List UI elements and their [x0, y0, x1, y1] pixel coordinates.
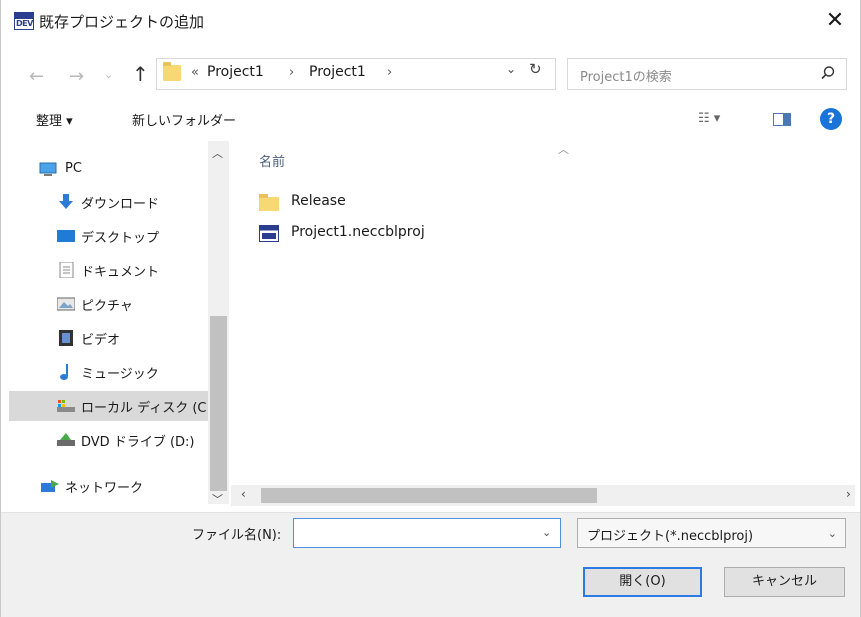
- title-bar: DEV 既存プロジェクトの追加 ✕: [1, 0, 860, 44]
- network-icon: [41, 480, 59, 492]
- recent-locations-icon[interactable]: ⌄: [104, 68, 113, 81]
- breadcrumb-separator[interactable]: ›: [289, 65, 294, 80]
- file-type-select[interactable]: プロジェクト(*.neccblproj) ⌄: [577, 518, 846, 548]
- organize-menu-button[interactable]: 整理 ▾: [36, 110, 73, 129]
- sort-ascending-icon: ︿: [558, 143, 569, 156]
- file-name: Release: [291, 193, 346, 209]
- filename-label: ファイル名(N):: [192, 528, 282, 543]
- scrollbar-thumb[interactable]: [261, 488, 597, 503]
- dvd-drive-icon: [57, 433, 75, 446]
- navigation-pane: PC ダウンロード デスクトップ ドキュメント ピクチャ ビデオ ミュージック …: [9, 141, 231, 511]
- view-options-icon[interactable]: ☷ ▾: [698, 111, 720, 126]
- breadcrumb-separator[interactable]: ›: [387, 65, 392, 80]
- video-icon: [59, 330, 73, 346]
- up-arrow-icon[interactable]: ↑: [132, 62, 149, 86]
- folder-icon: [259, 194, 279, 211]
- nav-item-music[interactable]: ミュージック: [9, 357, 209, 387]
- scroll-left-icon[interactable]: ‹: [241, 487, 246, 501]
- refresh-icon[interactable]: ↻: [529, 60, 542, 78]
- app-icon-text: DEV: [16, 19, 33, 28]
- search-input[interactable]: Project1の検索: [567, 58, 847, 90]
- command-bar: 整理 ▾ 新しいフォルダー ☷ ▾ ?: [1, 103, 860, 135]
- new-folder-button[interactable]: 新しいフォルダー: [132, 110, 236, 129]
- nav-item-videos[interactable]: ビデオ: [9, 323, 209, 353]
- filename-dropdown-icon[interactable]: ⌄: [542, 526, 551, 539]
- nav-item-local-disk[interactable]: ローカル ディスク (C: [9, 391, 209, 421]
- folder-icon: [163, 62, 181, 81]
- nav-item-desktop[interactable]: デスクトップ: [9, 221, 209, 251]
- nav-item-pc[interactable]: PC: [9, 155, 209, 185]
- local-disk-icon: [57, 400, 75, 412]
- list-item[interactable]: Release: [259, 191, 559, 215]
- help-icon[interactable]: ?: [820, 108, 842, 130]
- column-header-name[interactable]: 名前: [259, 151, 285, 170]
- picture-icon: [57, 297, 75, 311]
- nav-item-documents[interactable]: ドキュメント: [9, 255, 209, 285]
- close-button[interactable]: ✕: [820, 6, 850, 36]
- breadcrumb-project1-parent[interactable]: Project1: [207, 64, 264, 80]
- navigation-scrollbar[interactable]: ︿ ﹀: [208, 141, 229, 507]
- file-type-value: プロジェクト(*.neccblproj): [587, 529, 754, 544]
- list-item[interactable]: Project1.neccblproj: [259, 222, 559, 246]
- preview-pane-icon[interactable]: [773, 113, 791, 126]
- nav-item-pictures[interactable]: ピクチャ: [9, 289, 209, 319]
- desktop-icon: [57, 230, 75, 242]
- dev-app-icon: DEV: [14, 12, 34, 30]
- cancel-button[interactable]: キャンセル: [724, 567, 845, 597]
- open-button[interactable]: 開く(O): [583, 567, 702, 597]
- dev-project-icon: [259, 225, 279, 242]
- nav-item-network[interactable]: ネットワーク: [9, 471, 209, 501]
- pc-icon: [39, 162, 57, 176]
- scroll-down-icon[interactable]: ﹀: [212, 491, 223, 507]
- overflow-chevron[interactable]: «: [191, 65, 199, 80]
- document-icon: [59, 262, 74, 278]
- nav-item-downloads[interactable]: ダウンロード: [9, 187, 209, 217]
- music-icon: [60, 364, 68, 380]
- window-title: 既存プロジェクトの追加: [39, 13, 205, 31]
- filename-input[interactable]: [293, 518, 561, 548]
- search-placeholder: Project1の検索: [580, 70, 672, 85]
- horizontal-scrollbar[interactable]: ‹ ›: [231, 485, 855, 506]
- scroll-up-icon[interactable]: ︿: [212, 145, 223, 161]
- address-bar[interactable]: « Project1 › Project1 ›: [156, 58, 556, 90]
- nav-item-dvd-drive[interactable]: DVD ドライブ (D:): [9, 425, 209, 455]
- add-existing-project-dialog: DEV 既存プロジェクトの追加 ✕ ← → ⌄ ↑ « Project1 › P…: [0, 0, 861, 617]
- forward-arrow-icon[interactable]: →: [69, 66, 84, 87]
- address-dropdown-icon[interactable]: ⌄: [506, 62, 516, 76]
- back-arrow-icon[interactable]: ←: [29, 66, 44, 87]
- scroll-right-icon[interactable]: ›: [846, 487, 851, 501]
- scrollbar-thumb[interactable]: [210, 316, 227, 491]
- chevron-down-icon: ⌄: [827, 527, 837, 540]
- search-icon[interactable]: [820, 65, 836, 81]
- breadcrumb-project1-current[interactable]: Project1: [309, 64, 366, 80]
- download-icon: [59, 194, 73, 209]
- file-name: Project1.neccblproj: [291, 224, 425, 240]
